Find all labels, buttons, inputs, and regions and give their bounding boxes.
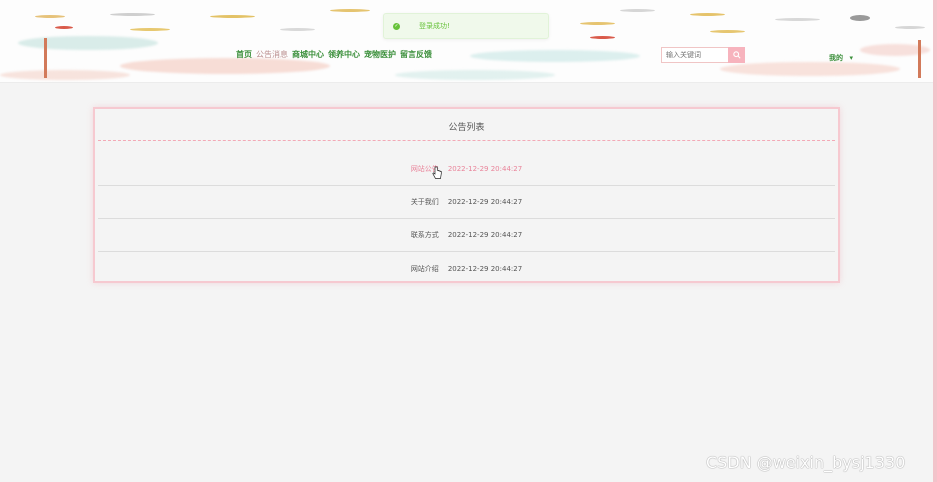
notice-title: 联系方式 <box>410 231 439 239</box>
search-icon <box>732 51 741 59</box>
title-divider <box>98 140 835 141</box>
success-toast: ✓ 登录成功! <box>383 13 549 39</box>
header-deco-dash <box>210 15 255 18</box>
notice-list: 网站公告 2022-12-29 20:44:27 关于我们 2022-12-29… <box>98 153 835 285</box>
list-item[interactable]: 联系方式 2022-12-29 20:44:27 <box>98 219 835 252</box>
header-deco-blob <box>395 70 555 80</box>
list-item[interactable]: 关于我们 2022-12-29 20:44:27 <box>98 186 835 219</box>
user-menu[interactable]: 我的 ▾ <box>829 53 853 63</box>
header-deco-dash <box>775 18 820 21</box>
list-item[interactable]: 网站公告 2022-12-29 20:44:27 <box>98 153 835 186</box>
header-deco-dash <box>690 13 725 16</box>
notice-time: 2022-12-29 20:44:27 <box>447 165 523 173</box>
main-nav: 首页 公告消息 商城中心 领养中心 宠物医护 留言反馈 <box>236 49 432 60</box>
header-deco-dash <box>580 22 615 25</box>
header-deco-blob <box>120 58 330 74</box>
header-deco-dash <box>110 13 155 16</box>
header-deco-pole <box>44 38 47 78</box>
header-deco-dash <box>850 15 870 21</box>
check-circle-icon: ✓ <box>393 22 400 30</box>
header-deco-dash <box>35 15 65 18</box>
nav-item-announcements[interactable]: 公告消息 <box>256 49 288 60</box>
page-title: 公告列表 <box>448 123 485 133</box>
search-button[interactable] <box>728 47 745 63</box>
header-deco-blob <box>0 70 130 80</box>
notice-time: 2022-12-29 20:44:27 <box>447 264 523 273</box>
header-deco-dash <box>710 30 745 33</box>
notice-time: 2022-12-29 20:44:27 <box>447 198 523 206</box>
header-deco-dash <box>620 9 655 12</box>
header-deco-dash <box>280 28 315 31</box>
watermark: CSDN @weixin_bysj1330 <box>706 453 906 472</box>
header-deco-dash <box>130 28 170 31</box>
notice-title: 网站介绍 <box>410 264 439 273</box>
header-deco-dash <box>895 26 925 29</box>
header-deco-blob <box>470 50 640 62</box>
header-deco-blob <box>18 36 158 50</box>
chevron-down-icon: ▾ <box>849 54 853 62</box>
nav-item-adoption[interactable]: 领养中心 <box>328 49 360 60</box>
window-edge <box>933 0 937 482</box>
toast-message: 登录成功! <box>419 22 450 30</box>
notice-list-panel: 公告列表 网站公告 2022-12-29 20:44:27 关于我们 2022-… <box>93 107 840 283</box>
hand-cursor-icon <box>432 166 442 179</box>
nav-item-pet-care[interactable]: 宠物医护 <box>364 49 396 60</box>
nav-item-feedback[interactable]: 留言反馈 <box>400 49 432 60</box>
nav-item-home[interactable]: 首页 <box>236 49 252 60</box>
header-deco-dash <box>55 26 73 29</box>
search-input[interactable] <box>661 47 733 63</box>
notice-title: 关于我们 <box>410 198 439 206</box>
header-deco-pole <box>918 40 921 78</box>
list-item[interactable]: 网站介绍 2022-12-29 20:44:27 <box>98 252 835 285</box>
notice-time: 2022-12-29 20:44:27 <box>447 231 523 239</box>
header-deco-dash <box>330 9 370 12</box>
user-menu-label: 我的 <box>829 54 843 62</box>
header-deco-dash <box>590 36 615 39</box>
nav-item-shop[interactable]: 商城中心 <box>292 49 324 60</box>
header-deco-blob <box>720 62 900 76</box>
